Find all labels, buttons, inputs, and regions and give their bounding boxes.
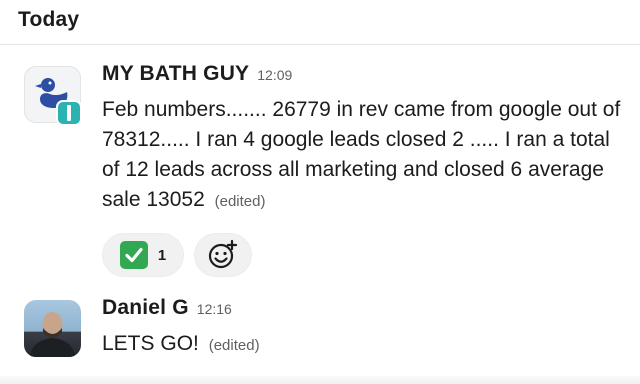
edited-label: (edited) bbox=[208, 337, 260, 354]
white-check-mark-icon bbox=[119, 241, 148, 269]
message-timestamp[interactable]: 12:16 bbox=[197, 301, 232, 317]
message-header: MY BATH GUY 12:09 bbox=[102, 62, 626, 90]
add-reaction-button[interactable] bbox=[194, 233, 252, 277]
edited-label: (edited) bbox=[214, 193, 266, 210]
sender-name[interactable]: Daniel G bbox=[102, 296, 189, 320]
user-photo bbox=[30, 312, 75, 357]
message-text: Feb numbers....... 26779 in rev came fro… bbox=[102, 95, 627, 217]
message-item: MY BATH GUY 12:09 Feb numbers....... 267… bbox=[0, 62, 640, 282]
reaction-check-mark[interactable]: 1 bbox=[102, 233, 184, 277]
day-divider-label: Today bbox=[18, 8, 80, 31]
add-emoji-icon bbox=[208, 239, 238, 269]
message-body: MY BATH GUY 12:09 Feb numbers....... 267… bbox=[102, 62, 626, 277]
message-body: Daniel G 12:16 LETS GO! (edited) bbox=[102, 296, 626, 361]
message-text: LETS GO! (edited) bbox=[102, 329, 627, 361]
message-timestamp[interactable]: 12:09 bbox=[257, 67, 292, 83]
message-content: Feb numbers....... 26779 in rev came fro… bbox=[102, 98, 621, 211]
app-badge-icon bbox=[56, 100, 82, 126]
message-item: Daniel G 12:16 LETS GO! (edited) bbox=[0, 296, 640, 376]
reaction-count: 1 bbox=[157, 246, 167, 264]
message-pane: Today MY BATH GUY 12:09 Feb numbers.....… bbox=[0, 0, 640, 384]
day-divider-line bbox=[0, 44, 640, 45]
message-header: Daniel G 12:16 bbox=[102, 296, 626, 324]
message-content: LETS GO! bbox=[102, 332, 199, 355]
reaction-bar: 1 bbox=[102, 233, 626, 277]
sender-name[interactable]: MY BATH GUY bbox=[102, 62, 249, 86]
composer-edge bbox=[0, 376, 640, 384]
avatar[interactable] bbox=[24, 300, 81, 357]
